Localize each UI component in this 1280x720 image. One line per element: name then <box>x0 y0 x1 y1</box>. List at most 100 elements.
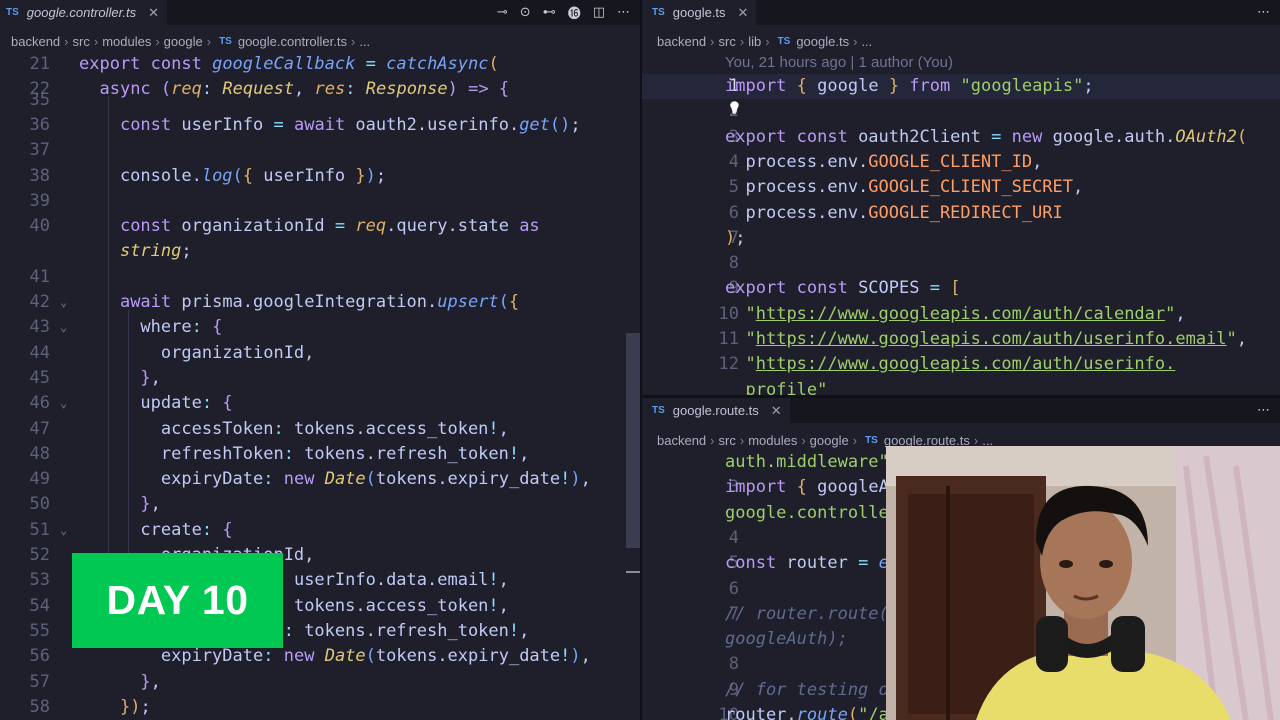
split-editor-icon[interactable]: ◫ <box>593 5 605 20</box>
code-text: console.log({ userInfo }); <box>79 165 387 186</box>
bottom-right-tab-bar: TS google.route.ts ✕ ⋯ <box>642 398 1280 423</box>
code-line[interactable]: 8 <box>642 251 1280 276</box>
more-actions-icon[interactable]: ⋯ <box>1257 403 1270 418</box>
code-text: "https://www.googleapis.com/auth/calenda… <box>745 303 1186 324</box>
ts-file-icon: TS <box>652 405 665 416</box>
line-number: 48 <box>29 443 50 464</box>
fold-chevron-icon[interactable]: ⌄ <box>60 518 67 543</box>
more-actions-icon[interactable]: ⋯ <box>617 5 630 20</box>
breadcrumb-item[interactable]: ... <box>861 34 872 49</box>
code-line[interactable]: 10 "https://www.googleapis.com/auth/cale… <box>642 302 1280 327</box>
code-text: export const SCOPES = [ <box>725 278 961 299</box>
breadcrumb-item[interactable]: modules <box>102 34 151 49</box>
code-line[interactable]: 48 refreshToken: tokens.refresh_token!, <box>0 442 640 467</box>
code-line[interactable]: 21 export const googleCallback = catchAsy… <box>0 52 640 77</box>
ts-file-icon: TS <box>777 35 791 47</box>
code-line[interactable]: 38 console.log({ userInfo }); <box>0 164 640 189</box>
ts-file-icon: TS <box>652 7 665 18</box>
tab-google-ts[interactable]: TS google.ts ✕ <box>642 0 757 25</box>
code-line[interactable]: 6 process.env.GOOGLE_REDIRECT_URI <box>642 201 1280 226</box>
git-compare-icon[interactable]: ⓰ <box>568 3 581 22</box>
scrollbar-marker <box>626 571 640 573</box>
code-text: }, <box>140 494 161 515</box>
close-icon[interactable]: ✕ <box>771 403 782 419</box>
line-number: 43 <box>29 317 50 338</box>
breadcrumb-item[interactable]: backend <box>657 433 706 448</box>
code-line[interactable]: 46 ⌄ update: { <box>0 391 640 416</box>
code-line[interactable]: 36 const userInfo = await oauth2.userinf… <box>0 113 640 138</box>
breadcrumb-item[interactable]: google <box>164 34 203 49</box>
code-line[interactable]: 7); <box>642 226 1280 251</box>
git-blame-annotation[interactable]: You, 21 hours ago | 1 author (You) <box>725 54 953 71</box>
breadcrumb-item[interactable]: src <box>73 34 90 49</box>
fold-chevron-icon[interactable]: ⌄ <box>60 290 67 315</box>
breadcrumb-item[interactable]: lib <box>748 34 761 49</box>
code-line[interactable]: 43 ⌄ where: { <box>0 315 640 340</box>
code-line[interactable]: 39 <box>0 189 640 214</box>
code-text: }, <box>140 367 161 388</box>
line-number: 52 <box>29 545 50 565</box>
line-number: 21 <box>29 54 50 74</box>
fold-chevron-icon[interactable]: ⌄ <box>60 391 67 416</box>
code-line[interactable]: 47 accessToken: tokens.access_token!, <box>0 417 640 442</box>
code-line[interactable]: 9 export const SCOPES = [ <box>642 276 1280 301</box>
breadcrumb-separator: › <box>710 432 715 448</box>
breadcrumb: backend › src › modules › google › TS google.cont… <box>0 29 640 53</box>
code-line[interactable]: 57 }, <box>0 670 640 695</box>
code-line[interactable]: 11 "https://www.googleapis.com/auth/user… <box>642 327 1280 352</box>
code-line[interactable]: 44 organizationId, <box>0 341 640 366</box>
lightbulb-icon[interactable]: 💡 <box>727 101 742 115</box>
code-line[interactable]: 45 }, <box>0 366 640 391</box>
scrollbar-thumb[interactable] <box>626 333 640 548</box>
timeline-icon[interactable]: ⊙ <box>520 5 531 20</box>
breadcrumb-item[interactable]: google.controller.ts <box>238 34 347 49</box>
breadcrumb-item[interactable]: backend <box>11 34 60 49</box>
breadcrumb-item[interactable]: backend <box>657 34 706 49</box>
breadcrumb-item[interactable]: google <box>810 433 849 448</box>
code-line[interactable]: 42 ⌄ await prisma.googleIntegration.upser… <box>0 290 640 315</box>
code-line[interactable]: 58 }); <box>0 695 640 720</box>
indent-guide <box>128 310 129 590</box>
close-icon[interactable]: ✕ <box>738 5 749 21</box>
breadcrumb-item[interactable]: google.ts <box>796 34 849 49</box>
breadcrumb-item[interactable]: ... <box>359 34 370 49</box>
line-number: 46 <box>29 393 50 414</box>
code-line[interactable]: profile" <box>642 378 1280 395</box>
code-line[interactable]: 12 "https://www.googleapis.com/auth/user… <box>642 352 1280 377</box>
breadcrumb-item[interactable]: src <box>719 34 736 49</box>
code-line[interactable]: 50 }, <box>0 492 640 517</box>
code-line[interactable]: 5 process.env.GOOGLE_CLIENT_SECRET, <box>642 175 1280 200</box>
go-back-icon[interactable]: ⊸ <box>497 5 508 20</box>
breadcrumb-separator: › <box>739 432 745 448</box>
ts-file-icon: TS <box>219 35 232 47</box>
code-line[interactable]: 35 <box>0 88 640 113</box>
line-number: 42 <box>29 292 50 312</box>
code-line[interactable]: 3 export const oauth2Client = new google.… <box>642 125 1280 150</box>
tab-label: google.controller.ts <box>26 5 137 20</box>
breadcrumb-item[interactable]: src <box>719 433 736 448</box>
line-number: 8 <box>728 654 739 675</box>
code-line[interactable]: 49 expiryDate: new Date(tokens.expiry_da… <box>0 467 640 492</box>
fold-chevron-icon[interactable]: ⌄ <box>60 315 67 340</box>
code-text: "https://www.googleapis.com/auth/userinf… <box>745 329 1248 349</box>
breadcrumb-item[interactable]: modules <box>748 433 797 448</box>
tab-google-controller[interactable]: TS google.controller.ts ✕ <box>0 0 168 25</box>
line-number: 58 <box>29 696 50 717</box>
more-actions-icon[interactable]: ⋯ <box>1257 5 1270 20</box>
tab-google-route[interactable]: TS google.route.ts ✕ <box>642 398 790 423</box>
code-line[interactable]: 4 process.env.GOOGLE_CLIENT_ID, <box>642 150 1280 175</box>
close-icon[interactable]: ✕ <box>148 5 159 21</box>
code-line[interactable]: 41 <box>0 265 640 290</box>
code-text: }, <box>140 671 161 692</box>
line-number: 6 <box>728 578 739 599</box>
top-right-tab-bar: TS google.ts ✕ ⋯ <box>642 0 1280 25</box>
breadcrumb-separator: › <box>710 33 715 49</box>
code-line[interactable]: 40 const organizationId = req.query.stat… <box>0 214 640 239</box>
line-number: 36 <box>29 114 50 135</box>
code-line[interactable]: string; <box>0 239 640 264</box>
code-line[interactable]: 51 ⌄ create: { <box>0 518 640 543</box>
go-forward-icon[interactable]: ⊷ <box>543 5 556 20</box>
code-line[interactable]: 1 import { google } from "googleapis"; <box>642 74 1280 99</box>
code-line[interactable]: 37 <box>0 138 640 163</box>
code-text: "https://www.googleapis.com/auth/userinf… <box>745 354 1176 375</box>
